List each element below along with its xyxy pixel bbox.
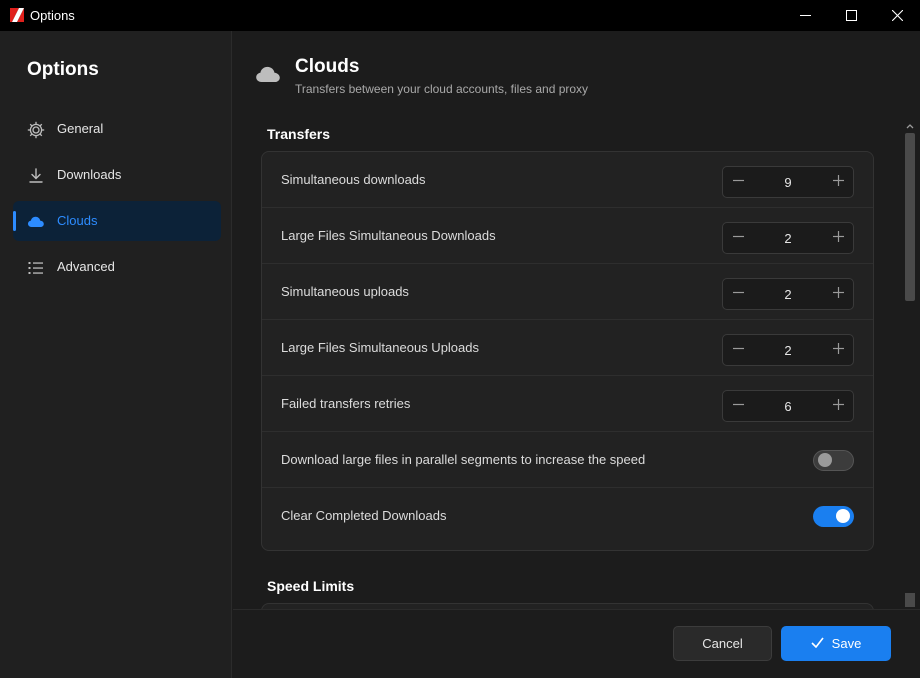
- sidebar-item-downloads[interactable]: Downloads: [13, 155, 221, 195]
- gear-icon: [27, 121, 45, 139]
- cancel-button[interactable]: Cancel: [673, 626, 772, 661]
- save-button[interactable]: Save: [781, 626, 891, 661]
- stepper-value[interactable]: 6: [753, 399, 823, 414]
- setting-row: Download large files in parallel segment…: [262, 432, 873, 488]
- setting-label: Large Files Simultaneous Downloads: [281, 228, 496, 243]
- plus-icon: [832, 285, 844, 303]
- setting-label: Simultaneous downloads: [281, 172, 426, 187]
- failed-retries-stepper[interactable]: 6: [722, 390, 854, 422]
- title-bar: Options: [0, 0, 920, 31]
- minus-icon: [732, 229, 744, 247]
- minimize-icon: [799, 10, 811, 21]
- setting-label: Failed transfers retries: [281, 396, 411, 411]
- sidebar-item-label: Clouds: [57, 213, 98, 228]
- minimize-button[interactable]: [782, 0, 828, 31]
- close-button[interactable]: [874, 0, 920, 31]
- cloud-icon: [255, 63, 281, 85]
- setting-label: Simultaneous uploads: [281, 284, 409, 299]
- large-files-downloads-stepper[interactable]: 2: [722, 222, 854, 254]
- app-logo-icon: [9, 7, 25, 23]
- maximize-button[interactable]: [828, 0, 874, 31]
- increment-button[interactable]: [823, 279, 853, 309]
- setting-label: Download large files in parallel segment…: [281, 452, 646, 467]
- scroll-up-icon[interactable]: [905, 119, 915, 131]
- transfers-card: Simultaneous downloads 9 Large Files Sim…: [261, 151, 874, 551]
- footer: Cancel Save: [233, 609, 920, 678]
- setting-label: Clear Completed Downloads: [281, 508, 447, 523]
- minus-icon: [732, 173, 744, 191]
- parallel-segments-toggle[interactable]: [813, 450, 854, 471]
- page-title: Clouds: [295, 56, 360, 77]
- close-icon: [891, 10, 903, 21]
- setting-row: Large Files Simultaneous Uploads 2: [262, 320, 873, 376]
- sidebar-item-clouds[interactable]: Clouds: [13, 201, 221, 241]
- sidebar-item-label: Downloads: [57, 167, 122, 182]
- simultaneous-downloads-stepper[interactable]: 9: [722, 166, 854, 198]
- increment-button[interactable]: [823, 167, 853, 197]
- check-icon: [811, 636, 832, 651]
- setting-row: Large Files Simultaneous Downloads 2: [262, 208, 873, 264]
- sidebar-item-general[interactable]: General: [13, 109, 221, 149]
- main-panel: Clouds Transfers between your cloud acco…: [233, 31, 920, 678]
- settings-scroll-area[interactable]: Transfers Simultaneous downloads 9 Large…: [233, 119, 920, 609]
- setting-row: Simultaneous downloads 9: [262, 152, 873, 208]
- clear-completed-toggle[interactable]: [813, 506, 854, 527]
- decrement-button[interactable]: [723, 391, 753, 421]
- section-title-transfers: Transfers: [267, 126, 331, 142]
- decrement-button[interactable]: [723, 335, 753, 365]
- minus-icon: [732, 285, 744, 303]
- section-title-speed-limits: Speed Limits: [267, 578, 355, 594]
- window-title: Options: [30, 8, 75, 23]
- simultaneous-uploads-stepper[interactable]: 2: [722, 278, 854, 310]
- download-icon: [27, 167, 45, 185]
- save-label: Save: [831, 636, 862, 651]
- decrement-button[interactable]: [723, 279, 753, 309]
- minus-icon: [732, 341, 744, 359]
- sidebar-item-label: Advanced: [57, 259, 115, 274]
- scroll-thumb[interactable]: [905, 133, 915, 301]
- plus-icon: [832, 229, 844, 247]
- sidebar-item-label: General: [57, 121, 104, 136]
- increment-button[interactable]: [823, 391, 853, 421]
- decrement-button[interactable]: [723, 223, 753, 253]
- setting-label: Large Files Simultaneous Uploads: [281, 340, 479, 355]
- large-files-uploads-stepper[interactable]: 2: [722, 334, 854, 366]
- scroll-down-button[interactable]: [905, 593, 915, 607]
- sidebar-title: Options: [27, 59, 99, 80]
- list-icon: [27, 259, 45, 277]
- toggle-knob: [818, 453, 832, 467]
- plus-icon: [832, 173, 844, 191]
- setting-row: Failed transfers retries 6: [262, 376, 873, 432]
- stepper-value[interactable]: 2: [753, 231, 823, 246]
- increment-button[interactable]: [823, 223, 853, 253]
- cloud-icon: [27, 213, 45, 231]
- minus-icon: [732, 397, 744, 415]
- stepper-value[interactable]: 9: [753, 175, 823, 190]
- setting-row: Clear Completed Downloads: [262, 488, 873, 544]
- maximize-icon: [845, 10, 857, 21]
- toggle-knob: [836, 509, 850, 523]
- page-subtitle: Transfers between your cloud accounts, f…: [295, 82, 589, 96]
- stepper-value[interactable]: 2: [753, 343, 823, 358]
- plus-icon: [832, 397, 844, 415]
- vertical-scrollbar[interactable]: [902, 119, 918, 609]
- decrement-button[interactable]: [723, 167, 753, 197]
- sidebar: Options General Downloads Clouds Advance…: [0, 31, 232, 678]
- increment-button[interactable]: [823, 335, 853, 365]
- plus-icon: [832, 341, 844, 359]
- sidebar-item-advanced[interactable]: Advanced: [13, 247, 221, 287]
- setting-row: Simultaneous uploads 2: [262, 264, 873, 320]
- stepper-value[interactable]: 2: [753, 287, 823, 302]
